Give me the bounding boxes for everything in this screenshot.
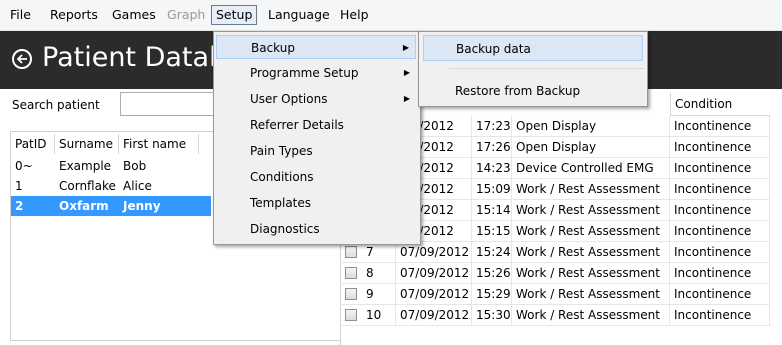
session-type: Work / Rest Assessment — [512, 305, 670, 326]
menu-file[interactable]: File — [6, 6, 35, 24]
col-condition-header[interactable]: Condition — [670, 93, 770, 116]
menu-item-programme-setup[interactable]: Programme Setup ▶ — [216, 61, 416, 85]
menu-item-label: Diagnostics — [250, 222, 320, 236]
session-checkbox[interactable] — [345, 246, 357, 258]
session-type: Open Display — [512, 137, 670, 158]
menu-item-pain-types[interactable]: Pain Types — [216, 139, 416, 163]
session-time: 17:26 — [472, 137, 512, 158]
menu-item-diagnostics[interactable]: Diagnostics — [216, 217, 416, 241]
session-type: Work / Rest Assessment — [512, 179, 670, 200]
session-date: 07/09/2012 — [396, 284, 472, 305]
session-type: Work / Rest Assessment — [512, 200, 670, 221]
menu-item-label: Templates — [250, 196, 312, 210]
backup-submenu: Backup data Restore from Backup — [418, 31, 648, 107]
session-time: 14:23 — [472, 158, 512, 179]
search-label: Search patient — [12, 98, 100, 112]
session-number: 9 — [362, 284, 396, 305]
session-checkbox[interactable] — [345, 267, 357, 279]
session-time: 15:14 — [472, 200, 512, 221]
session-type: Work / Rest Assessment — [512, 221, 670, 242]
session-condition: Incontinence — [670, 137, 770, 158]
menu-item-label: User Options — [250, 92, 328, 106]
submenu-arrow-icon: ▶ — [403, 94, 410, 103]
session-time: 15:09 — [472, 179, 512, 200]
session-type: Device Controlled EMG — [512, 158, 670, 179]
session-number: 8 — [362, 263, 396, 284]
patient-first-name: Alice — [123, 179, 152, 193]
session-condition: Incontinence — [670, 263, 770, 284]
menu-item-backup-data[interactable]: Backup data — [423, 35, 643, 61]
menu-item-backup[interactable]: Backup ▶ — [216, 35, 416, 59]
session-time: 15:26 — [472, 263, 512, 284]
session-type: Work / Rest Assessment — [512, 284, 670, 305]
patient-id: 1 — [15, 179, 23, 193]
search-input[interactable] — [120, 92, 220, 116]
session-condition: Incontinence — [670, 305, 770, 326]
submenu-arrow-icon: ▶ — [403, 68, 410, 77]
menu-item-label: Referrer Details — [250, 118, 344, 132]
session-number: 10 — [362, 305, 396, 326]
menu-bar: File Reports Games Graph Setup Language … — [0, 0, 782, 31]
patient-table-header: PatID Surname First name — [11, 134, 211, 154]
patient-first-name: Jenny — [123, 199, 161, 213]
col-patid-header[interactable]: PatID — [11, 134, 55, 154]
patient-surname: Cornflake — [59, 179, 116, 193]
session-row[interactable]: 7 07/09/2012 15:24 Work / Rest Assessment In… — [340, 242, 770, 263]
session-condition: Incontinence — [670, 116, 770, 137]
patient-row[interactable]: 1 Cornflake Alice — [11, 176, 211, 196]
submenu-arrow-icon: ▶ — [402, 43, 409, 52]
session-type: Work / Rest Assessment — [512, 263, 670, 284]
session-condition: Incontinence — [670, 179, 770, 200]
session-condition: Incontinence — [670, 158, 770, 179]
patient-surname: Example — [59, 159, 112, 173]
menu-item-user-options[interactable]: User Options ▶ — [216, 87, 416, 111]
setup-menu: Backup ▶ Programme Setup ▶ User Options ▶ Refe… — [213, 31, 421, 245]
session-time: 17:23 — [472, 116, 512, 137]
session-condition: Incontinence — [670, 221, 770, 242]
patient-first-name: Bob — [123, 159, 147, 173]
menu-reports[interactable]: Reports — [46, 6, 102, 24]
menu-item-label: Pain Types — [250, 144, 313, 158]
session-checkbox[interactable] — [345, 309, 357, 321]
session-row[interactable]: 10 07/09/2012 15:30 Work / Rest Assessment I… — [340, 305, 770, 326]
session-date: 07/09/2012 — [396, 263, 472, 284]
menu-item-restore-from-backup[interactable]: Restore from Backup — [423, 78, 643, 104]
menu-separator — [449, 68, 644, 69]
session-condition: Incontinence — [670, 284, 770, 305]
session-condition: Incontinence — [670, 242, 770, 263]
menu-item-label: Conditions — [250, 170, 314, 184]
menu-item-templates[interactable]: Templates — [216, 191, 416, 215]
col-surname-header[interactable]: Surname — [55, 134, 119, 154]
session-row[interactable]: 9 07/09/2012 15:29 Work / Rest Assessment In… — [340, 284, 770, 305]
page-title: Patient Datab — [42, 42, 227, 73]
session-type: Work / Rest Assessment — [512, 242, 670, 263]
patient-surname: Oxfarm — [59, 199, 109, 213]
session-date: 07/09/2012 — [396, 242, 472, 263]
menu-item-label: Programme Setup — [250, 66, 359, 80]
session-checkbox[interactable] — [345, 288, 357, 300]
menu-games[interactable]: Games — [108, 6, 160, 24]
menu-item-conditions[interactable]: Conditions — [216, 165, 416, 189]
session-date: 07/09/2012 — [396, 305, 472, 326]
patient-row-selected[interactable]: 2 Oxfarm Jenny — [11, 196, 211, 216]
session-row[interactable]: 8 07/09/2012 15:26 Work / Rest Assessment In… — [340, 263, 770, 284]
menu-language[interactable]: Language — [264, 6, 334, 24]
col-firstname-header[interactable]: First name — [119, 134, 199, 154]
patient-row[interactable]: 0~ Example Bob — [11, 156, 211, 176]
menu-graph: Graph — [167, 7, 206, 22]
session-condition: Incontinence — [670, 200, 770, 221]
menu-setup[interactable]: Setup — [211, 5, 258, 25]
menu-item-referrer-details[interactable]: Referrer Details — [216, 113, 416, 137]
session-time: 15:15 — [472, 221, 512, 242]
session-type: Open Display — [512, 116, 670, 137]
back-arrow-icon[interactable] — [12, 49, 32, 69]
session-time: 15:24 — [472, 242, 512, 263]
menu-help[interactable]: Help — [336, 6, 373, 24]
menu-item-label: Backup — [251, 41, 295, 55]
session-number: 7 — [362, 242, 396, 263]
patient-id: 2 — [15, 199, 24, 213]
session-time: 15:29 — [472, 284, 512, 305]
session-time: 15:30 — [472, 305, 512, 326]
patient-id: 0~ — [15, 159, 33, 173]
